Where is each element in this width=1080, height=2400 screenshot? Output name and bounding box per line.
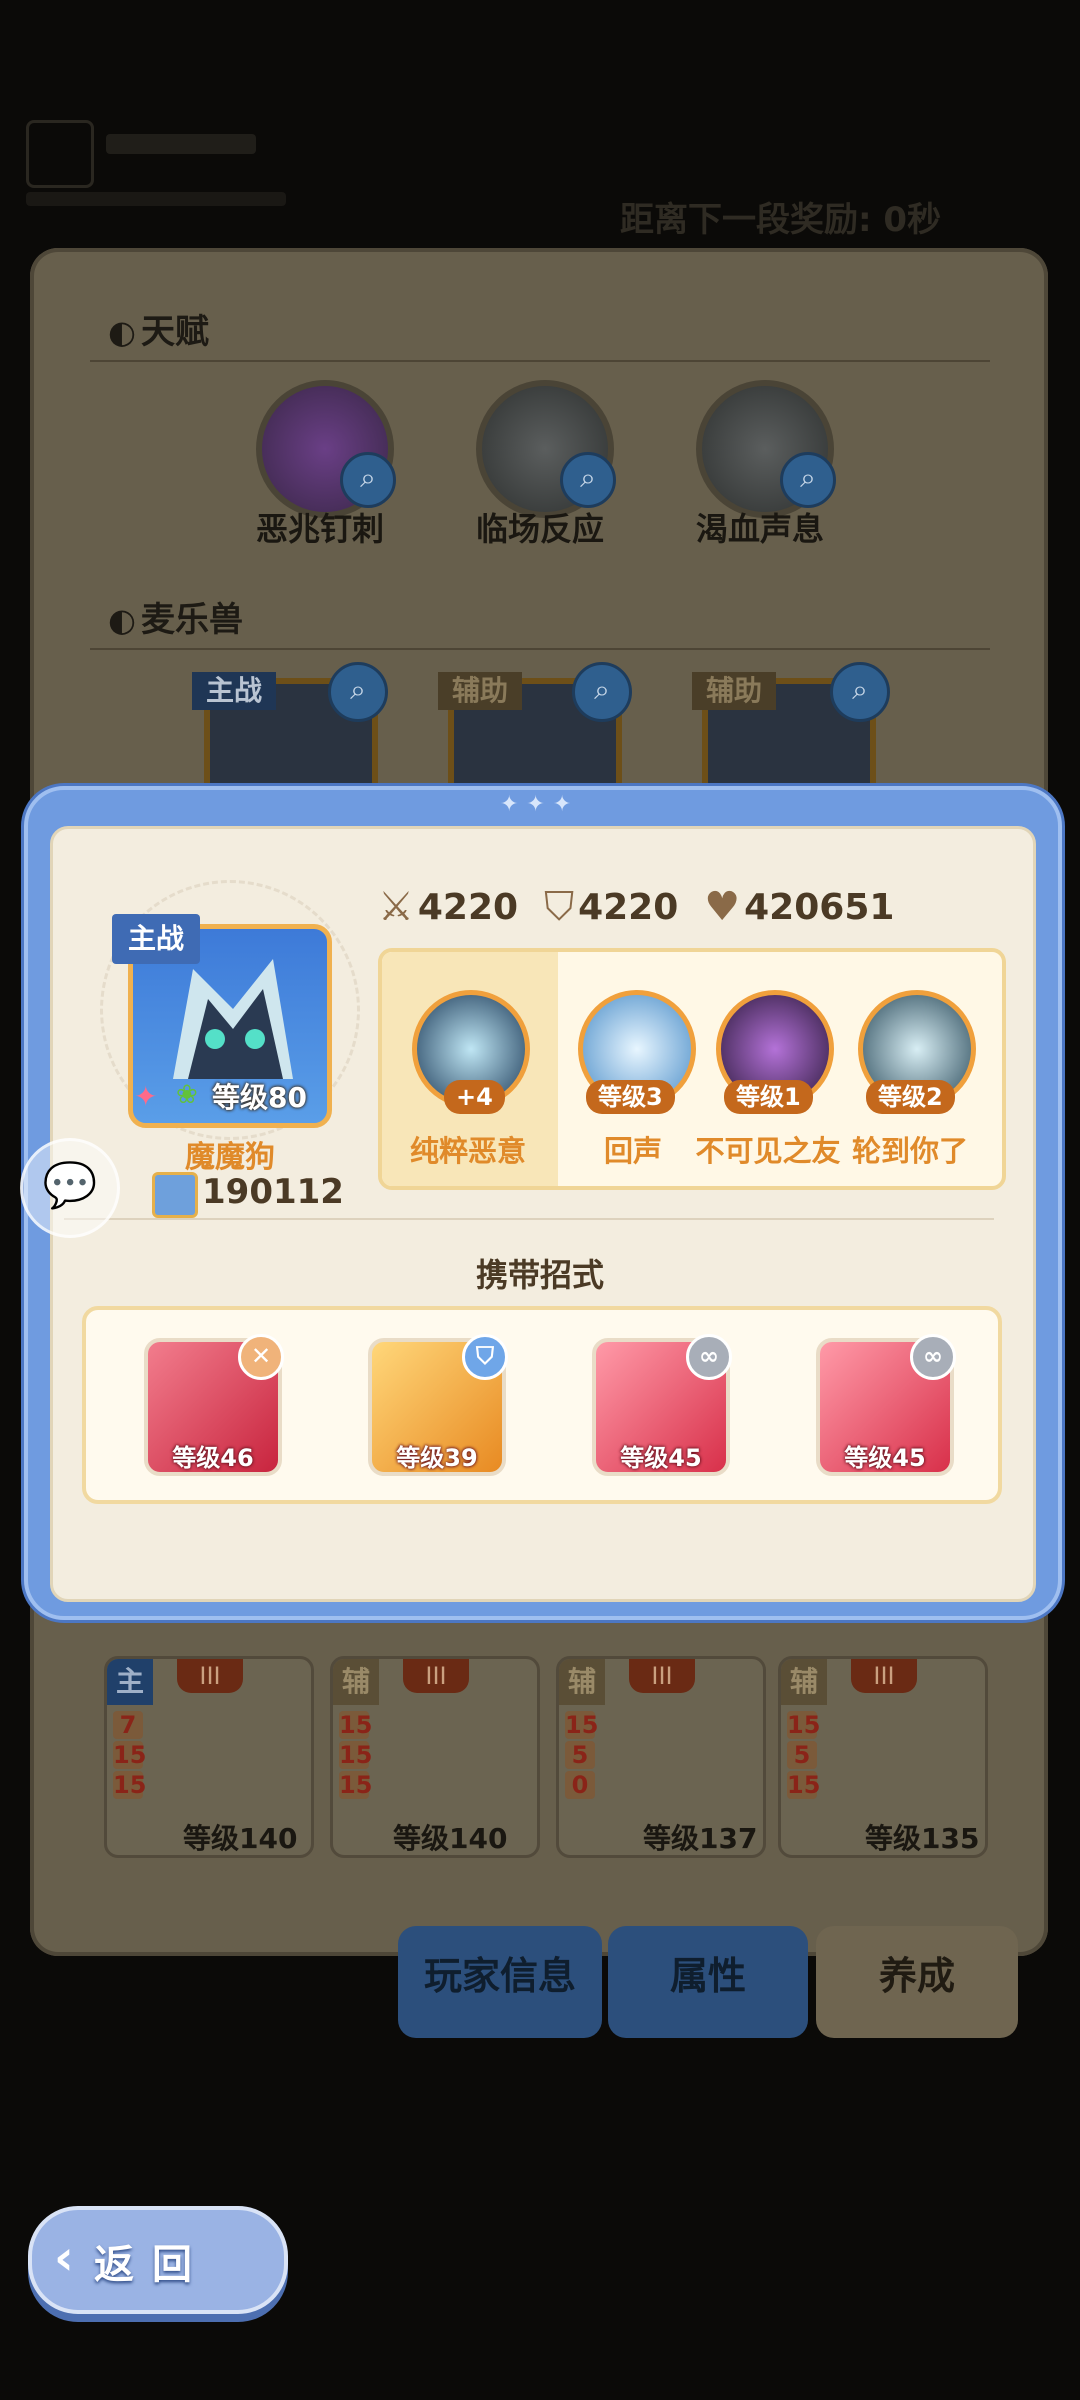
pet-card-1[interactable]: 主 III 7 15 15 等级140 [104, 1656, 314, 1858]
x-icon: ✕ [238, 1334, 284, 1380]
pet-stat: 5 [787, 1741, 817, 1769]
skill-badge-2: 等级3 [586, 1080, 675, 1114]
pet-stat: 15 [339, 1741, 373, 1769]
defense-icon: ⛉ [544, 884, 575, 930]
next-reward-timer: 距离下一段奖励: 0秒 [620, 200, 942, 240]
power-icon [152, 1172, 198, 1218]
divider [90, 360, 990, 362]
divider [64, 1218, 994, 1220]
pet-tier: III [403, 1659, 469, 1693]
pet-card-3[interactable]: 辅 III 15 5 0 等级137 [556, 1656, 766, 1858]
heart-icon: ♥ [704, 884, 741, 930]
beast-tag-3: 辅助 [692, 672, 777, 710]
link-icon: ∞ [910, 1334, 956, 1380]
beast-section-icon: ◐ [108, 601, 136, 639]
tab-development[interactable]: 养成 [816, 1926, 1018, 2038]
move-level-3: 等级45 [620, 1444, 702, 1472]
star-icon: ✦ [134, 1080, 158, 1113]
pet-stat: 15 [339, 1771, 373, 1799]
pet-stat: 15 [339, 1711, 373, 1739]
chat-button[interactable]: 💬 [20, 1138, 120, 1238]
beast-tag-2: 辅助 [438, 672, 523, 710]
stats-row: ⚔ 4220 ⛉ 4220 ♥ 420651 [378, 884, 894, 930]
tab-player-info[interactable]: 玩家信息 [398, 1926, 602, 2038]
search-icon[interactable]: ⌕ [328, 662, 388, 722]
skill-name-2: 回声 [603, 1134, 662, 1168]
hp-value: 420651 [744, 886, 895, 928]
chat-icon: 💬 [42, 1160, 98, 1211]
link-icon: ∞ [686, 1334, 732, 1380]
attack-icon: ⚔ [378, 884, 414, 930]
beasts-title: 麦乐兽 [141, 600, 244, 640]
sprout-icon: ❀ [176, 1080, 198, 1110]
search-icon[interactable]: ⌕ [560, 452, 616, 508]
pet-name: 魔魔狗 [185, 1140, 275, 1175]
pet-level: 等级140 [393, 1822, 508, 1855]
shield-icon: ⛉ [462, 1334, 508, 1380]
pet-stat: 15 [787, 1711, 821, 1739]
carried-moves-title: 携带招式 [475, 1256, 604, 1294]
pet-role: 主 [107, 1659, 153, 1705]
talent-label-1: 恶兆钉刺 [255, 510, 384, 548]
talent-section-icon: ◐ [108, 313, 136, 351]
skill-badge-3: 等级1 [724, 1080, 813, 1114]
pet-stat: 15 [565, 1711, 599, 1739]
pet-card-2[interactable]: 辅 III 15 15 15 等级140 [330, 1656, 540, 1858]
pet-stat: 7 [113, 1711, 143, 1739]
talents-title: 天赋 [141, 312, 210, 352]
pet-stat: 15 [787, 1771, 821, 1799]
pet-tier: III [177, 1659, 243, 1693]
pet-tier: III [851, 1659, 917, 1693]
skill-badge-1: +4 [444, 1080, 505, 1114]
pet-tier: III [629, 1659, 695, 1693]
pet-stat: 0 [565, 1771, 595, 1799]
main-battle-tag: 主战 [112, 914, 201, 964]
defense-value: 4220 [578, 886, 679, 928]
beasts-header: ◐ 麦乐兽 [108, 592, 243, 641]
search-icon[interactable]: ⌕ [830, 662, 890, 722]
skill-badge-4: 等级2 [866, 1080, 955, 1114]
talent-label-3: 渴血声息 [695, 510, 824, 548]
skill-name-1: 纯粹恶意 [409, 1134, 526, 1168]
attack-value: 4220 [417, 886, 519, 928]
modal-top-ornament: ✦✦✦ [500, 792, 580, 817]
tab-attributes[interactable]: 属性 [608, 1926, 808, 2038]
search-icon[interactable]: ⌕ [572, 662, 632, 722]
move-level-4: 等级45 [844, 1444, 926, 1472]
pet-level: 等级135 [865, 1822, 980, 1855]
pet-role: 辅 [333, 1659, 379, 1705]
back-button-label: 返回 [94, 2242, 210, 2288]
pet-stat: 15 [113, 1771, 147, 1799]
pet-role: 辅 [559, 1659, 605, 1705]
chevron-left-icon: ‹ [54, 2230, 74, 2286]
pet-level: 等级137 [643, 1822, 758, 1855]
skill-name-3: 不可见之友 [695, 1134, 841, 1168]
power-value: 190112 [202, 1172, 344, 1212]
skill-name-4: 轮到你了 [851, 1134, 968, 1168]
divider [90, 648, 990, 650]
beast-tag-1: 主战 [192, 672, 277, 710]
search-icon[interactable]: ⌕ [780, 452, 836, 508]
talent-label-2: 临场反应 [475, 510, 604, 548]
top-left-player-block [26, 120, 286, 230]
move-level-1: 等级46 [172, 1444, 254, 1472]
pet-card-4[interactable]: 辅 III 15 5 15 等级135 [778, 1656, 988, 1858]
talents-header: ◐ 天赋 [108, 304, 209, 353]
pet-role: 辅 [781, 1659, 827, 1705]
move-level-2: 等级39 [396, 1444, 478, 1472]
pet-level: 等级140 [183, 1822, 298, 1855]
avatar-level: 等级80 [212, 1081, 307, 1114]
pet-stat: 15 [113, 1741, 147, 1769]
search-icon[interactable]: ⌕ [340, 452, 396, 508]
pet-stat: 5 [565, 1741, 595, 1769]
